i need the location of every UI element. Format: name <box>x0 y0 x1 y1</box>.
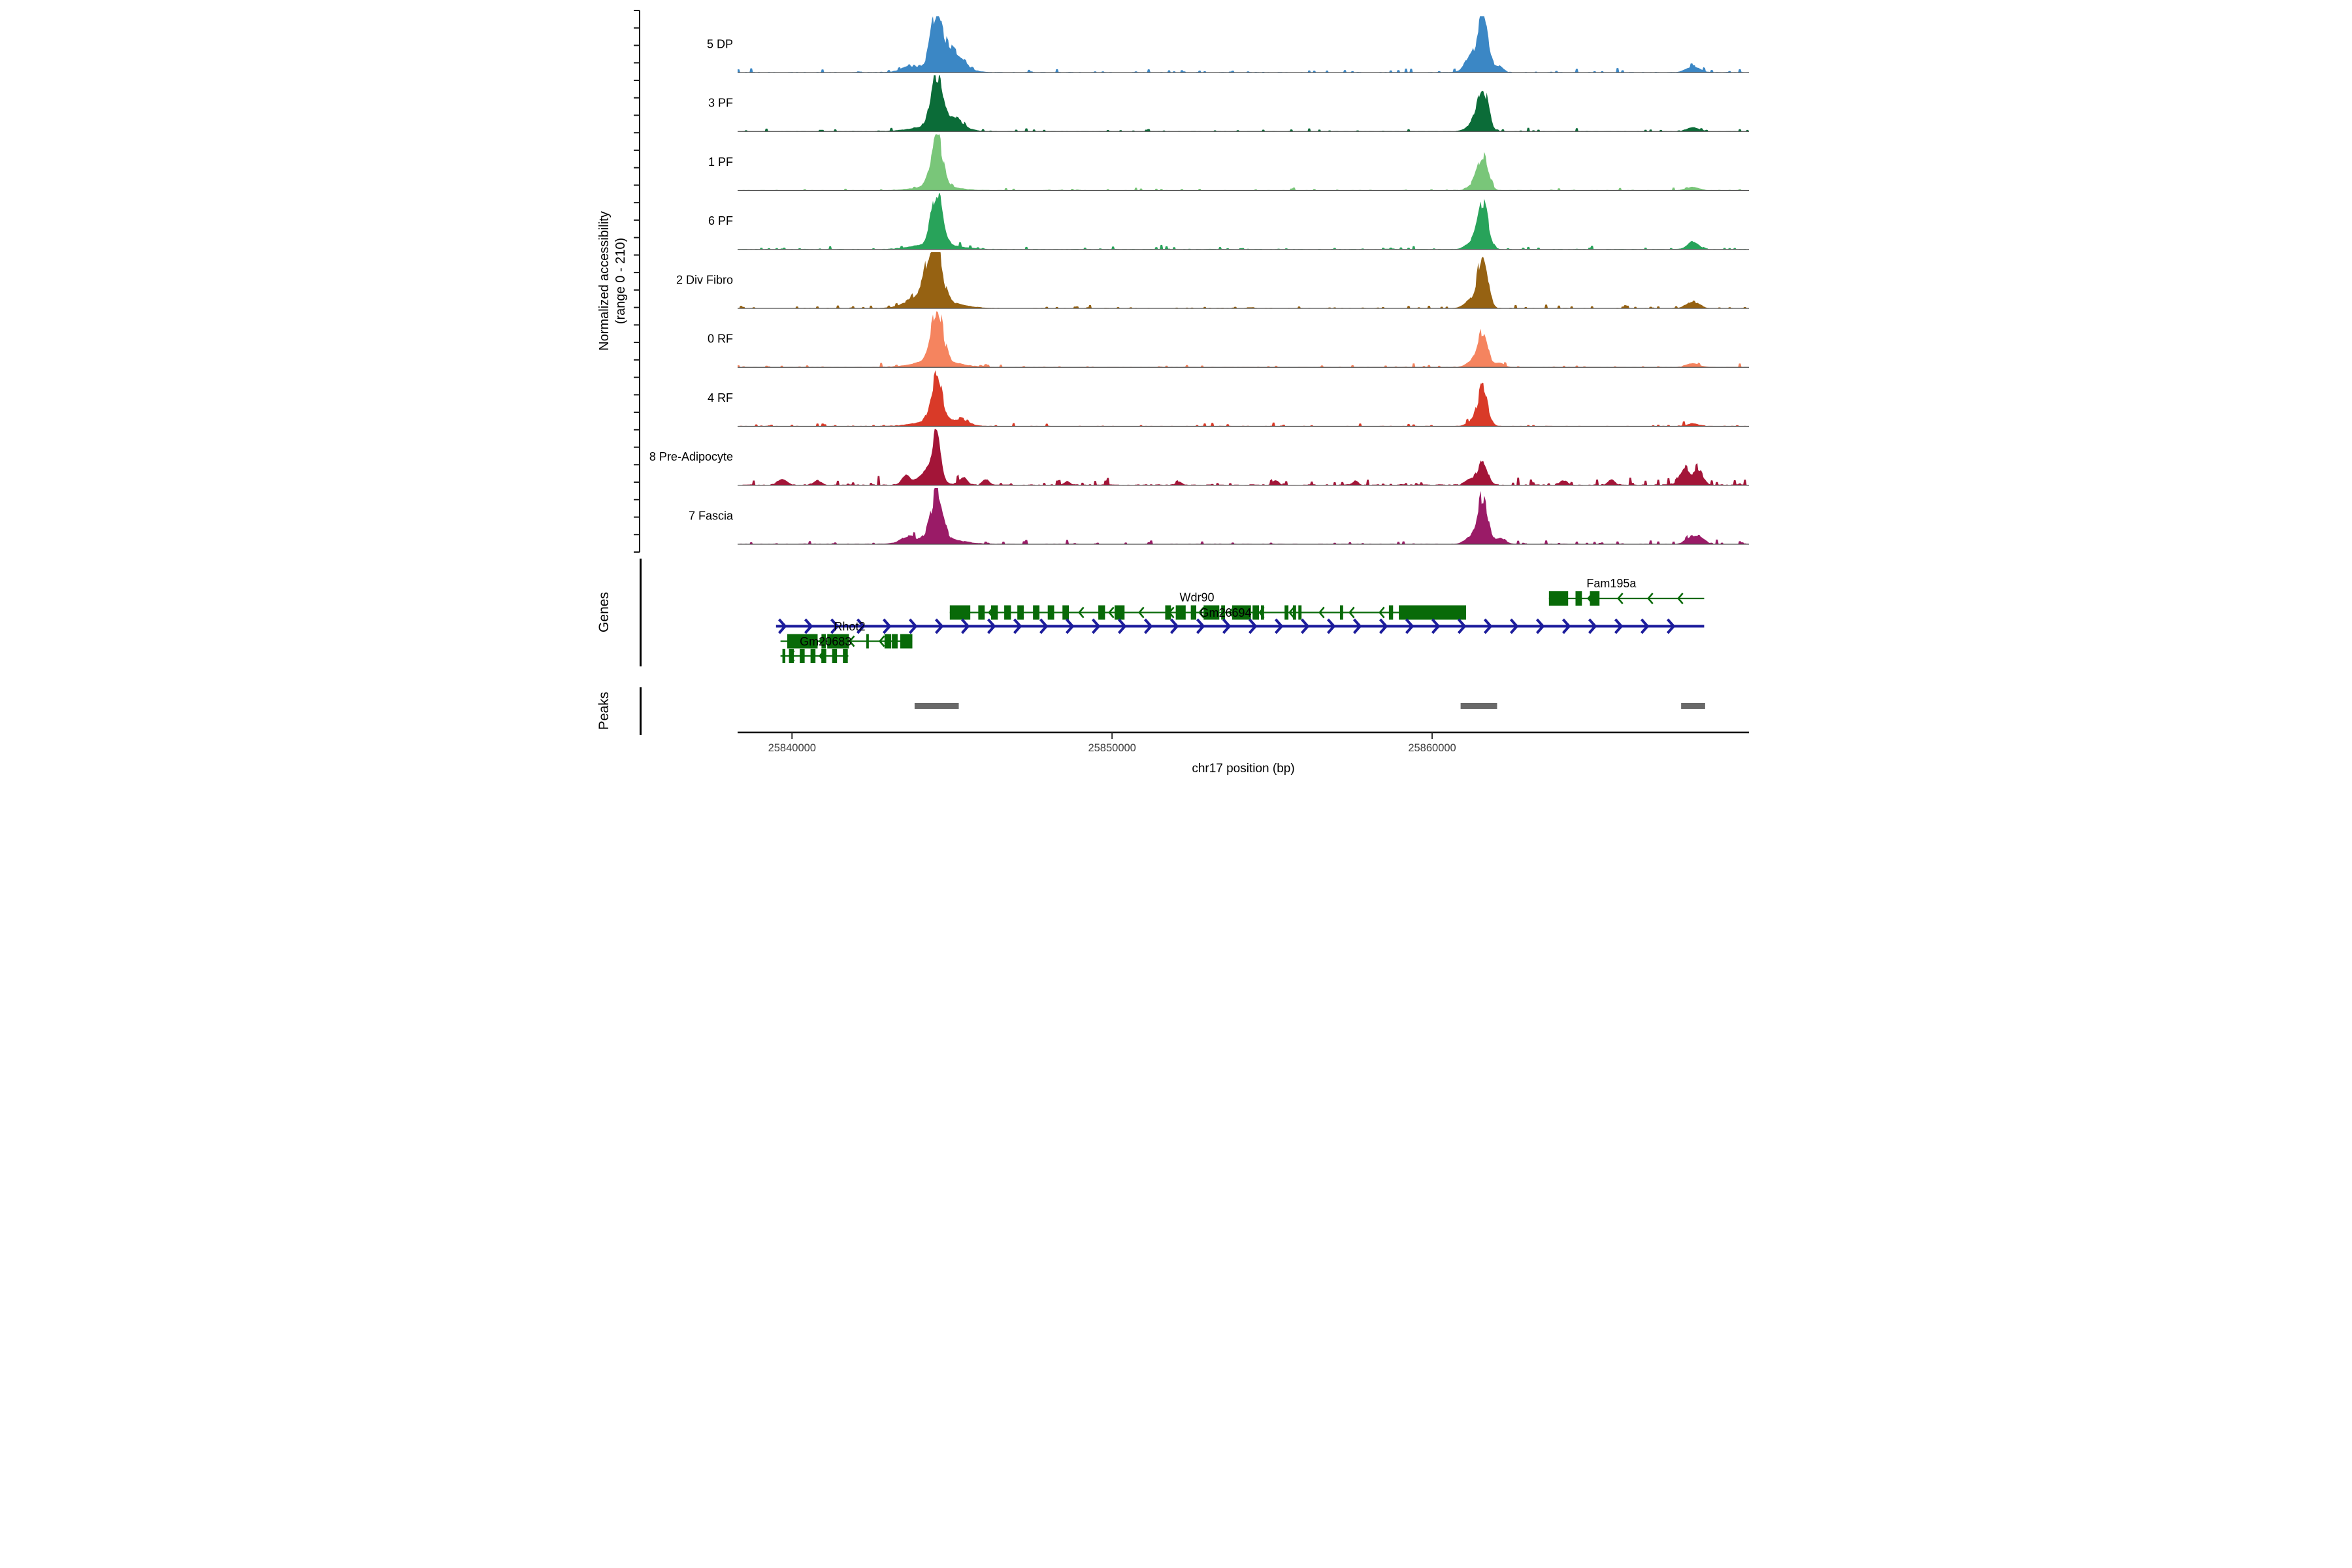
signal-track-5-dp <box>738 16 1749 73</box>
genome-browser-figure: 5 DP 3 PF 1 PF 6 PF 2 Div Fibro 0 RF 4 RF 8 Pre… <box>588 0 1764 784</box>
signal-track-4-rf <box>738 370 1749 427</box>
genes-section-label: Genes <box>596 592 612 632</box>
exon-fam195a <box>1575 591 1582 606</box>
peak-region-bar <box>1681 703 1705 709</box>
track-label-8-pre-adipocyte: 8 Pre-Adipocyte <box>649 450 733 463</box>
exon-wdr90 <box>1048 606 1054 620</box>
gene-label-wdr90: Wdr90 <box>1179 591 1214 604</box>
signal-track-3-pf <box>738 75 1749 131</box>
exon-gm20683 <box>866 634 869 649</box>
exon-wdr90 <box>1004 606 1011 620</box>
exon-gm20683-t2 <box>789 649 794 663</box>
exon-gm20683-t2 <box>821 649 826 663</box>
exon-gm20683-t2 <box>811 649 815 663</box>
signal-track-6-pf <box>738 193 1749 250</box>
exon-wdr90 <box>1340 606 1343 620</box>
exon-wdr90 <box>1389 606 1393 620</box>
exon-wdr90 <box>1284 606 1288 620</box>
exon-wdr90 <box>1062 606 1069 620</box>
track-label-5-dp: 5 DP <box>707 37 733 50</box>
exon-wdr90 <box>1176 606 1186 620</box>
signal-track-1-pf <box>738 135 1749 191</box>
exon-gm20683-t2 <box>800 649 804 663</box>
signal-track-7-fascia <box>738 488 1749 544</box>
exon-wdr90 <box>1399 606 1466 620</box>
accessibility-tracks-plot: 5 DP 3 PF 1 PF 6 PF 2 Div Fibro 0 RF 4 RF 8 Pre… <box>588 0 1764 784</box>
gene-label-fam195a: Fam195a <box>1586 577 1637 590</box>
peaks-section-label: Peaks <box>596 692 612 730</box>
track-label-2-div-fibro: 2 Div Fibro <box>676 273 733 286</box>
y-axis-label-line2: (range 0 - 210) <box>613 238 628 324</box>
exon-wdr90 <box>950 606 970 620</box>
signal-track-8-pre-adipocyte <box>738 429 1749 485</box>
x-tick-label-25850000: 25850000 <box>1088 742 1135 754</box>
gene-label-gm20683: Gm20683 <box>800 635 851 648</box>
exon-fam195a <box>1549 591 1568 606</box>
gene-label-gm26694: Gm26694 <box>1200 606 1252 619</box>
track-label-1-pf: 1 PF <box>708 155 733 169</box>
exon-wdr90 <box>978 606 985 620</box>
exon-wdr90 <box>1252 606 1259 620</box>
track-label-4-rf: 4 RF <box>708 391 733 404</box>
exon-gm20683-t2 <box>843 649 847 663</box>
exon-wdr90 <box>991 606 998 620</box>
track-label-0-rf: 0 RF <box>708 333 733 346</box>
y-axis-label-line1: Normalized accessibility <box>597 211 612 350</box>
x-tick-label-25860000: 25860000 <box>1408 742 1456 754</box>
exon-wdr90 <box>1115 606 1124 620</box>
exon-wdr90 <box>1293 606 1296 620</box>
exon-wdr90 <box>1033 606 1039 620</box>
exon-wdr90 <box>1165 606 1171 620</box>
exon-wdr90 <box>1098 606 1105 620</box>
exon-wdr90 <box>1017 606 1024 620</box>
exon-wdr90 <box>1298 606 1301 620</box>
track-label-6-pf: 6 PF <box>708 214 733 227</box>
signal-track-2-div-fibro <box>738 252 1749 308</box>
exon-gm20683 <box>892 634 898 649</box>
gene-label-rhot2: Rhot2 <box>834 620 865 633</box>
x-tick-label-25840000: 25840000 <box>768 742 816 754</box>
exon-gm20683-t2 <box>783 649 785 663</box>
track-label-3-pf: 3 PF <box>708 97 733 110</box>
peak-region-bar <box>915 703 959 709</box>
exon-gm20683 <box>900 634 913 649</box>
exon-fam195a <box>1590 591 1600 606</box>
track-label-7-fascia: 7 Fascia <box>689 509 734 522</box>
exon-wdr90 <box>1191 606 1196 620</box>
exon-gm20683-t2 <box>832 649 837 663</box>
exon-gm20683 <box>885 634 891 649</box>
signal-track-0-rf <box>738 312 1749 368</box>
exon-wdr90 <box>1261 606 1264 620</box>
x-axis-title: chr17 position (bp) <box>1192 762 1294 776</box>
peak-region-bar <box>1461 703 1497 709</box>
